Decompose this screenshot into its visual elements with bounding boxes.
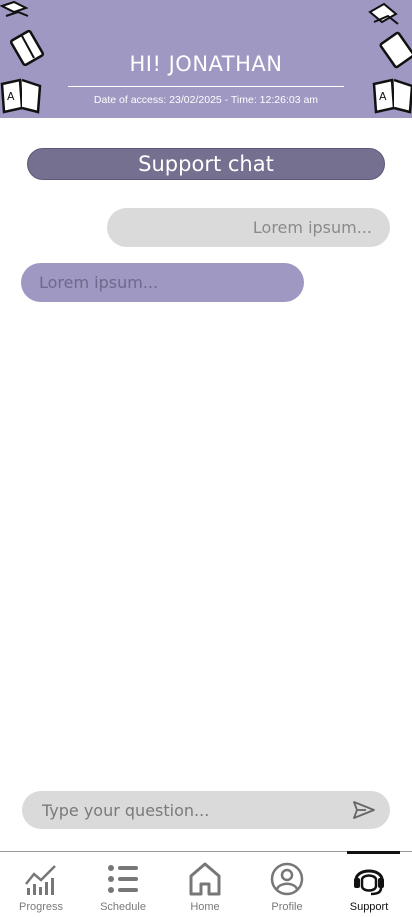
message-composer [22,791,390,829]
nav-item-profile[interactable]: Profile [246,852,328,917]
nav-label-progress: Progress [18,901,64,913]
nav-item-progress[interactable]: Progress [0,852,82,917]
nav-label-schedule: Schedule [100,901,146,913]
nav-label-support: Support [349,901,389,913]
nav-item-home[interactable]: Home [164,852,246,917]
bottom-nav: Progress Schedule Home Profile Support [0,851,412,917]
user-icon [270,862,304,896]
chat-title: Support chat [27,148,385,180]
header-divider [68,86,344,87]
active-indicator [347,851,400,854]
chart-icon [25,865,56,895]
outgoing-message: Lorem ipsum... [107,208,390,247]
book-icon [0,0,29,17]
header: A A HI! JONATHAN Date of access: 23/02/2… [0,0,412,118]
incoming-message: Lorem ipsum... [21,263,304,302]
send-icon[interactable] [352,800,376,820]
access-info: Date of access: 23/02/2025 - Time: 12:26… [93,94,319,106]
book-icon [368,2,399,25]
headset-icon [354,869,384,896]
nav-item-schedule[interactable]: Schedule [82,852,164,917]
nav-label-home: Home [190,901,220,913]
list-icon [108,865,138,893]
greeting-title: HI! JONATHAN [129,52,283,76]
question-input[interactable] [42,791,342,829]
nav-item-support[interactable]: Support [328,851,410,917]
home-icon [189,862,221,896]
nav-label-profile: Profile [271,901,303,913]
